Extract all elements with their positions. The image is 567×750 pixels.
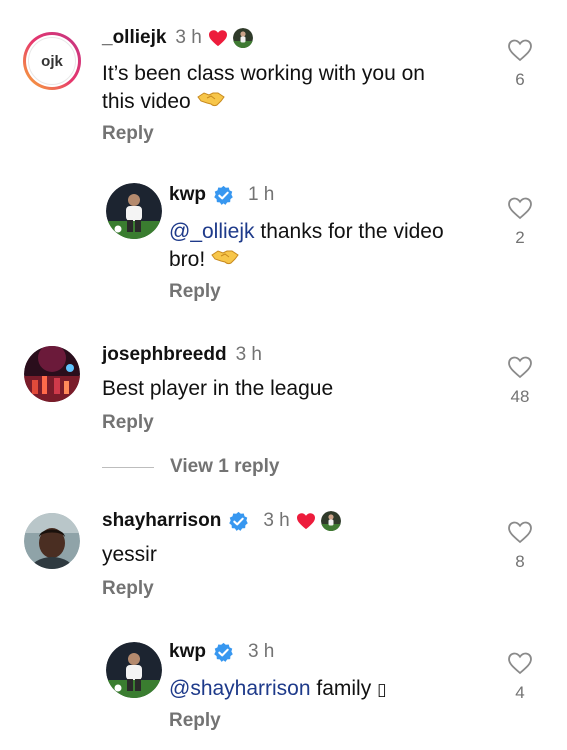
avatar[interactable]: ojk: [22, 31, 82, 91]
heart-outline-icon: [508, 39, 532, 62]
reply-button[interactable]: Reply: [169, 710, 221, 732]
verified-badge-icon: [228, 511, 249, 532]
comment-header: josephbreedd 3 h: [102, 344, 262, 366]
view-replies-label: View 1 reply: [170, 456, 280, 477]
comment-text: @shayharrison family ▯: [169, 677, 387, 700]
comment-text: It’s been class working with you on this …: [102, 60, 472, 116]
mention-link[interactable]: @shayharrison: [169, 677, 311, 700]
heart-outline-icon: [508, 521, 532, 544]
comment-text: yessir: [102, 543, 157, 566]
like-count: 2: [515, 228, 525, 247]
like-count: 6: [515, 70, 525, 89]
comment-header: kwp 3 h: [169, 641, 274, 663]
view-replies-button[interactable]: View 1 reply: [102, 456, 280, 478]
like-button[interactable]: 2: [500, 196, 540, 248]
like-button[interactable]: 8: [500, 520, 540, 572]
avatar[interactable]: [106, 642, 162, 698]
avatar[interactable]: [106, 183, 162, 239]
verified-badge-icon: [213, 642, 234, 663]
unsupported-emoji-glyph: ▯: [377, 680, 387, 700]
timestamp: 3 h: [235, 344, 262, 365]
comment-header: shayharrison 3 h: [102, 510, 341, 532]
timestamp: 1 h: [247, 184, 275, 205]
handshake-emoji-icon: [196, 88, 225, 116]
heart-outline-icon: [508, 356, 532, 379]
like-count: 48: [510, 387, 530, 406]
username[interactable]: _olliejk: [102, 27, 166, 49]
mention-link[interactable]: @_olliejk: [169, 220, 255, 243]
avatar[interactable]: [24, 346, 80, 402]
timestamp: 3 h: [247, 641, 275, 662]
reply-button[interactable]: Reply: [102, 412, 154, 434]
creator-liked-heart-icon: [208, 29, 228, 47]
svg-text:ojk: ojk: [41, 53, 63, 70]
like-count: 4: [515, 683, 525, 702]
reply-button[interactable]: Reply: [102, 123, 154, 145]
comment-text: @_olliejk thanks for the video bro!: [169, 218, 479, 274]
username[interactable]: shayharrison: [102, 510, 221, 532]
divider-line: [102, 466, 154, 468]
handshake-emoji-icon: [211, 246, 239, 274]
like-button[interactable]: 6: [500, 38, 540, 90]
like-button[interactable]: 48: [500, 355, 540, 407]
verified-badge-icon: [213, 185, 234, 206]
comment-text: Best player in the league: [102, 377, 334, 400]
username[interactable]: kwp: [169, 184, 206, 206]
reply-button[interactable]: Reply: [169, 281, 221, 303]
heart-outline-icon: [508, 197, 532, 220]
username[interactable]: kwp: [169, 641, 206, 663]
comment-header: _olliejk 3 h: [102, 27, 253, 49]
avatar[interactable]: [24, 513, 80, 569]
like-button[interactable]: 4: [500, 651, 540, 703]
timestamp: 3 h: [175, 27, 202, 48]
timestamp: 3 h: [263, 510, 290, 531]
comment-header: kwp 1 h: [169, 184, 274, 206]
reply-button[interactable]: Reply: [102, 578, 154, 600]
creator-avatar-icon: [232, 28, 253, 48]
creator-avatar-icon: [320, 511, 341, 531]
username[interactable]: josephbreedd: [102, 344, 227, 366]
like-count: 8: [515, 552, 525, 571]
creator-liked-heart-icon: [296, 512, 316, 530]
heart-outline-icon: [508, 652, 532, 675]
